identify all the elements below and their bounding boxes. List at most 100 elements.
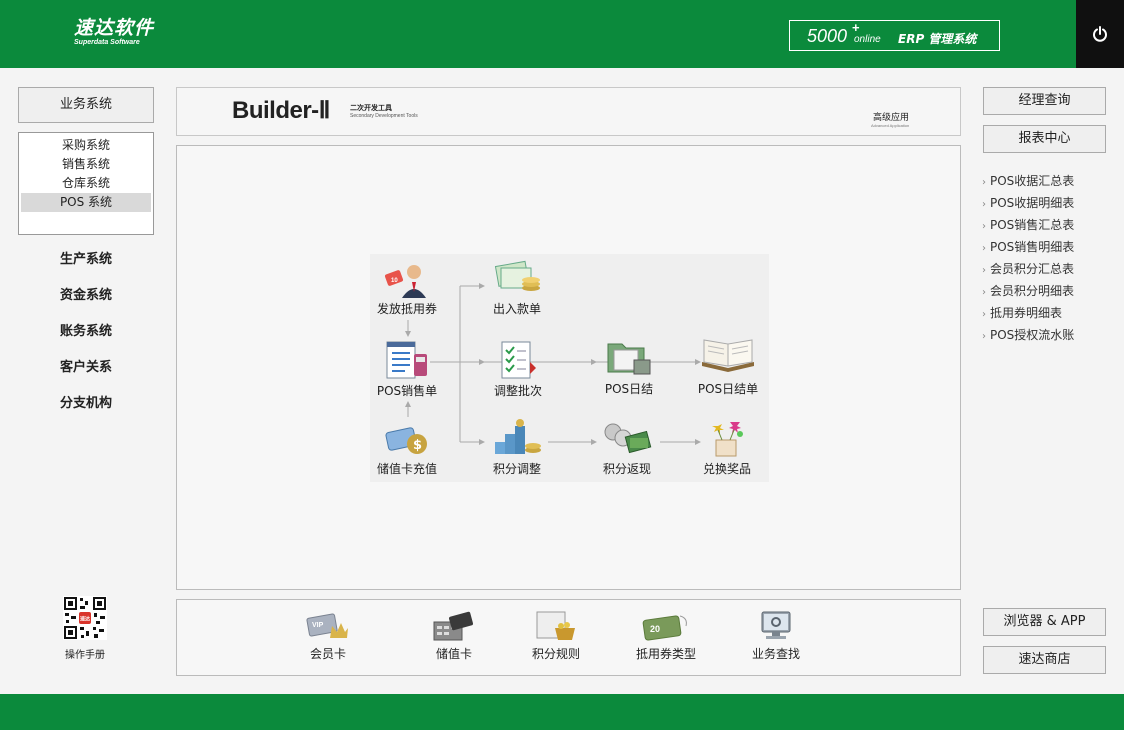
- logo-text-en: Superdata Software: [74, 39, 140, 46]
- business-sub-menu: 采购系统 销售系统 仓库系统 POS 系统: [18, 132, 154, 235]
- node-pos-sales[interactable]: POS销售单: [362, 340, 452, 399]
- builder-banner: Builder-Ⅱ 二次开发工具 Secondary Development T…: [176, 87, 961, 136]
- card-reader-icon: [433, 611, 473, 641]
- product-number: 5000: [807, 26, 848, 46]
- node-points-cashback-label: 积分返现: [602, 462, 651, 476]
- shortcut-coupon-type-label: 抵用券类型: [635, 647, 696, 661]
- report-link[interactable]: › POS销售汇总表: [982, 214, 1112, 236]
- report-link[interactable]: › 抵用券明细表: [982, 302, 1112, 324]
- report-link[interactable]: › POS收据明细表: [982, 192, 1112, 214]
- node-cash-in-out-label: 出入款单: [492, 302, 541, 316]
- node-points-adjust-label: 积分调整: [492, 462, 541, 476]
- advanced-app-en: Advanced Application: [871, 123, 910, 128]
- shortcut-bar: VIP 会员卡 储值卡 积分规则 20 抵用券类型 业务查找: [176, 599, 961, 676]
- vip-card-icon: VIP: [306, 613, 348, 638]
- svg-text:速达: 速达: [80, 616, 90, 623]
- manual-label[interactable]: 操作手册: [40, 646, 130, 661]
- report-link[interactable]: › 会员积分明细表: [982, 280, 1112, 302]
- node-pos-sales-label: POS销售单: [376, 384, 438, 398]
- node-points-cashback[interactable]: 积分返现: [582, 420, 672, 477]
- chevron-right-icon: ›: [982, 221, 986, 232]
- svg-text:10: 10: [391, 278, 398, 284]
- report-link[interactable]: › POS销售明细表: [982, 236, 1112, 258]
- node-card-recharge[interactable]: $ 储值卡充值: [362, 422, 452, 477]
- voucher-tag-icon: 20: [642, 615, 687, 641]
- power-button[interactable]: [1076, 0, 1124, 68]
- advanced-app-link[interactable]: 高级应用: [873, 110, 909, 123]
- checklist-icon: [501, 341, 536, 379]
- sub-item-pos[interactable]: POS 系统: [21, 193, 151, 212]
- report-center-button[interactable]: 报表中心: [983, 125, 1106, 153]
- shortcut-member-card-label: 会员卡: [309, 647, 346, 661]
- nav-production[interactable]: 生产系统: [18, 248, 154, 267]
- browser-app-button[interactable]: 浏览器 & APP: [983, 608, 1106, 636]
- nav-accounting[interactable]: 账务系统: [18, 320, 154, 339]
- report-list: › POS收据汇总表 › POS收据明细表 › POS销售汇总表 › POS销售明细表 …: [982, 170, 1112, 346]
- node-pos-close[interactable]: POS日结: [584, 336, 674, 397]
- chevron-right-icon: ›: [982, 287, 986, 298]
- basket-folder-icon: [536, 611, 575, 640]
- shortcut-stored-value-card-label: 储值卡: [435, 647, 472, 661]
- node-redeem-prize[interactable]: 兑换奖品: [682, 418, 772, 477]
- banner-subtitle-en: Secondary Development Tools: [350, 113, 418, 119]
- chevron-right-icon: ›: [982, 265, 986, 276]
- node-cash-in-out[interactable]: 出入款单: [472, 258, 562, 317]
- svg-text:20: 20: [650, 624, 660, 634]
- workflow-canvas: 10 发放抵用券 出入款单 POS销售单 调整批次 POS日结 POS日结单 $…: [370, 254, 769, 482]
- coin-stairs-icon: [495, 419, 541, 454]
- product-name: ERP 管理系统: [898, 32, 977, 46]
- business-system-button[interactable]: 业务系统: [18, 87, 154, 123]
- report-link[interactable]: › 会员积分汇总表: [982, 258, 1112, 280]
- nav-funds[interactable]: 资金系统: [18, 284, 154, 303]
- node-card-recharge-label: 储值卡充值: [376, 462, 437, 476]
- coupon-person-icon: 10: [384, 265, 426, 298]
- chevron-right-icon: ›: [982, 177, 986, 188]
- sub-item-sales[interactable]: 销售系统: [21, 155, 151, 174]
- shortcut-stored-value-card[interactable]: 储值卡: [409, 610, 499, 662]
- money-stack-icon: [494, 260, 540, 291]
- banner-subtitle-cn: 二次开发工具: [350, 104, 392, 112]
- report-link[interactable]: › POS收据汇总表: [982, 170, 1112, 192]
- shortcut-member-card[interactable]: VIP 会员卡: [283, 610, 373, 662]
- manager-query-button[interactable]: 经理查询: [983, 87, 1106, 115]
- product-badge: 5000 + online ERP 管理系统: [789, 20, 1000, 51]
- node-pos-close-bill-label: POS日结单: [697, 382, 759, 396]
- app-header: 速达软件 Superdata Software 5000 + online ER…: [0, 0, 1124, 68]
- coins-cash-icon: [604, 423, 652, 454]
- svg-text:VIP: VIP: [312, 622, 324, 629]
- sub-item-purchase[interactable]: 采购系统: [21, 136, 151, 155]
- report-link[interactable]: › POS授权流水账: [982, 324, 1112, 346]
- pos-workflow-panel: 10 发放抵用券 出入款单 POS销售单 调整批次 POS日结 POS日结单 $…: [176, 145, 961, 590]
- shortcut-coupon-type[interactable]: 20 抵用券类型: [621, 610, 711, 662]
- svg-text:$: $: [413, 438, 422, 453]
- product-online: online: [854, 34, 881, 45]
- node-adjust-batch[interactable]: 调整批次: [473, 340, 563, 399]
- node-redeem-prize-label: 兑换奖品: [702, 462, 751, 476]
- monitor-search-icon: [761, 611, 791, 639]
- node-pos-close-bill[interactable]: POS日结单: [683, 336, 773, 397]
- card-dollar-icon: $: [385, 427, 427, 454]
- node-adjust-batch-label: 调整批次: [493, 384, 542, 398]
- sales-form-icon: [386, 341, 427, 379]
- nav-crm[interactable]: 客户关系: [18, 356, 154, 375]
- node-points-adjust[interactable]: 积分调整: [472, 418, 562, 477]
- chevron-right-icon: ›: [982, 199, 986, 210]
- sub-item-warehouse[interactable]: 仓库系统: [21, 174, 151, 193]
- nav-branches[interactable]: 分支机构: [18, 392, 154, 411]
- chevron-right-icon: ›: [982, 331, 986, 342]
- shortcut-points-rules[interactable]: 积分规则: [511, 610, 601, 662]
- node-issue-coupon-label: 发放抵用券: [376, 302, 437, 316]
- logo-text-cn: 速达软件: [74, 17, 155, 39]
- open-book-icon: [702, 339, 754, 372]
- product-plus: +: [852, 20, 860, 35]
- shortcut-business-search-label: 业务查找: [751, 647, 800, 661]
- node-issue-coupon[interactable]: 10 发放抵用券: [362, 262, 452, 317]
- shortcut-business-search[interactable]: 业务查找: [731, 610, 821, 662]
- qr-code-icon[interactable]: 速达: [63, 596, 107, 640]
- folder-receipt-icon: [607, 343, 651, 375]
- company-logo: 速达软件 Superdata Software: [74, 18, 154, 46]
- store-button[interactable]: 速达商店: [983, 646, 1106, 674]
- power-icon: [1093, 26, 1107, 42]
- gift-box-icon: [712, 422, 743, 457]
- app-footer: [0, 694, 1124, 730]
